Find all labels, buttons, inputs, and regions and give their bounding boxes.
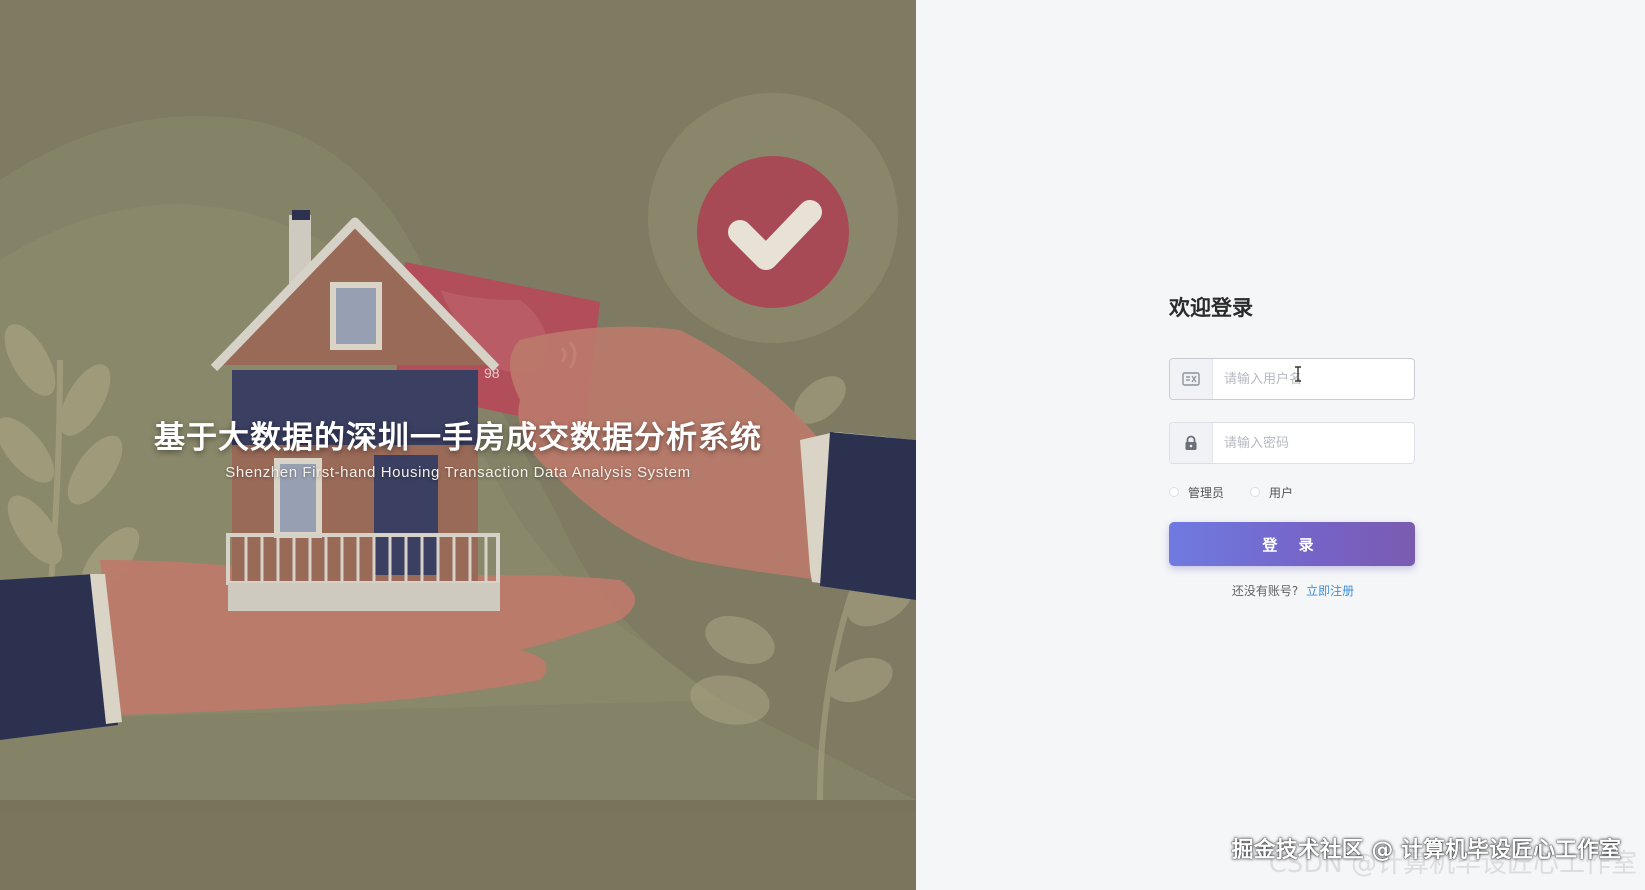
password-input[interactable] xyxy=(1213,423,1414,463)
username-field-wrapper xyxy=(1169,358,1415,400)
right-sleeve xyxy=(820,432,916,600)
login-heading: 欢迎登录 xyxy=(1169,296,1253,320)
register-prompt: 还没有账号? xyxy=(1231,584,1299,598)
register-link[interactable]: 立即注册 xyxy=(1306,584,1354,598)
role-selector: 管理员 用户 xyxy=(1169,482,1417,502)
username-input[interactable] xyxy=(1213,359,1414,399)
hero-panel: 98 基于大数据的深圳一手房成交数据分析系统 Shenzhen First-ha… xyxy=(0,0,916,890)
radio-admin[interactable] xyxy=(1169,487,1179,497)
check-badge xyxy=(697,156,849,308)
login-form: 欢迎登录 请输入用户名 管理员 用户 登 录 还没有账号? 立即注册 xyxy=(1169,288,1417,599)
role-label-admin: 管理员 xyxy=(1188,485,1225,500)
text-cursor-icon xyxy=(1295,366,1301,382)
register-row: 还没有账号? 立即注册 xyxy=(1169,582,1417,599)
password-field-wrapper xyxy=(1169,422,1415,464)
login-button[interactable]: 登 录 xyxy=(1169,522,1415,566)
role-option-admin[interactable]: 管理员 xyxy=(1169,484,1224,501)
system-subtitle: Shenzhen First-hand Housing Transaction … xyxy=(225,464,691,481)
id-card-icon xyxy=(1170,359,1213,399)
login-panel: 欢迎登录 请输入用户名 管理员 用户 登 录 还没有账号? 立即注册 xyxy=(916,0,1645,890)
lock-icon xyxy=(1170,423,1213,463)
watermark-juejin: 掘金技术社区 @ 计算机毕设匠心工作室 xyxy=(1231,838,1621,863)
role-option-user[interactable]: 用户 xyxy=(1250,484,1293,501)
login-page: 98 基于大数据的深圳一手房成交数据分析系统 Shenzhen First-ha… xyxy=(0,0,1645,890)
system-title: 基于大数据的深圳一手房成交数据分析系统 xyxy=(154,420,762,456)
radio-user[interactable] xyxy=(1250,487,1261,497)
role-label-user: 用户 xyxy=(1269,485,1294,500)
